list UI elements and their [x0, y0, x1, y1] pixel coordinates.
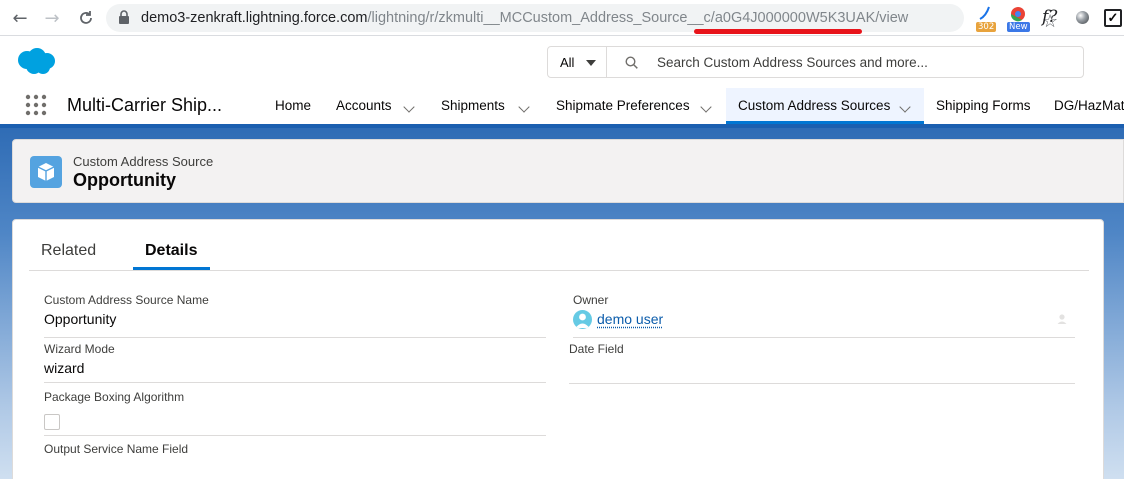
nav-accounts-chevron-down-icon[interactable]	[403, 101, 415, 113]
extension-badge-302: 302	[976, 22, 997, 32]
global-header: All Search Custom Address Sources and mo…	[0, 36, 1124, 88]
nav-item-dg-hazmat[interactable]: DG/HazMat	[1054, 88, 1124, 124]
owner-link[interactable]: demo user	[597, 311, 663, 327]
nav-item-accounts[interactable]: Accounts	[336, 88, 392, 124]
browser-toolbar: ← → demo3-zenkraft.lightning.force.com/l…	[0, 0, 1124, 36]
salesforce-cloud-logo-icon[interactable]	[15, 46, 57, 76]
chrome-extension-icon[interactable]: New	[1007, 6, 1031, 32]
field-package-boxing-algorithm: Package Boxing Algorithm	[44, 390, 546, 436]
circle-extension-icon[interactable]	[1076, 11, 1089, 24]
field-divider	[44, 435, 546, 436]
reload-icon[interactable]	[74, 6, 98, 30]
check-extension-icon[interactable]: ✓	[1104, 9, 1122, 27]
global-search: All Search Custom Address Sources and mo…	[547, 46, 1084, 78]
record-object-type: Custom Address Source	[73, 154, 214, 169]
url-host: demo3-zenkraft.lightning.force.com	[141, 10, 368, 26]
field-wizard-mode: Wizard Mode wizard	[44, 342, 546, 383]
field-divider	[44, 337, 546, 338]
field-label: Custom Address Source Name	[44, 293, 209, 307]
user-avatar-icon	[573, 310, 592, 329]
nav-shipments-chevron-down-icon[interactable]	[518, 101, 530, 113]
field-value: wizard	[44, 360, 85, 376]
field-label: Owner	[573, 293, 609, 307]
extension-badge-new: New	[1007, 22, 1030, 32]
tabs-divider	[29, 270, 1089, 271]
redirect-extension-icon[interactable]: 302	[976, 6, 998, 32]
change-owner-icon[interactable]	[1057, 313, 1069, 325]
field-label: Output Service Name Field	[44, 442, 189, 456]
field-owner: Owner demo user	[573, 293, 1075, 338]
lock-icon	[119, 10, 129, 24]
red-annotation-underline	[694, 29, 862, 34]
tab-related[interactable]: Related	[41, 242, 96, 260]
field-divider	[44, 382, 546, 383]
active-tab-indicator	[133, 267, 210, 270]
app-launcher-icon[interactable]	[25, 94, 47, 116]
nav-item-shipmate-preferences[interactable]: Shipmate Preferences	[556, 88, 690, 124]
field-label: Wizard Mode	[44, 342, 115, 356]
record-details-card: Related Details Custom Address Source Na…	[12, 219, 1104, 479]
search-scope-label: All	[560, 55, 575, 70]
forward-arrow-icon[interactable]: →	[40, 6, 64, 30]
caret-down-icon	[586, 60, 596, 66]
field-value: Opportunity	[44, 311, 117, 327]
field-label: Package Boxing Algorithm	[44, 390, 185, 404]
app-name: Multi-Carrier Ship...	[67, 95, 223, 115]
url-path: /lightning/r/zkmulti__MCCustom_Address_S…	[367, 10, 909, 26]
field-output-service-name: Output Service Name Field	[44, 442, 546, 472]
nav-item-shipping-forms[interactable]: Shipping Forms	[936, 88, 1031, 124]
search-scope-dropdown[interactable]: All	[547, 46, 607, 78]
search-input[interactable]: Search Custom Address Sources and more..…	[606, 46, 1084, 78]
nav-shipmate-chevron-down-icon[interactable]	[700, 101, 712, 113]
nav-item-shipments[interactable]: Shipments	[441, 88, 505, 124]
record-highlights-panel: Custom Address Source Opportunity	[12, 139, 1124, 203]
tab-details[interactable]: Details	[145, 242, 197, 260]
field-divider	[573, 337, 1075, 338]
formula-extension-icon[interactable]: f?	[1042, 7, 1057, 33]
address-bar[interactable]: demo3-zenkraft.lightning.force.com/light…	[106, 4, 1058, 32]
nav-item-custom-address-sources[interactable]: Custom Address Sources	[738, 88, 890, 124]
record-title: Opportunity	[73, 170, 176, 190]
field-date-field: Date Field	[569, 342, 1075, 384]
package-boxing-checkbox	[44, 414, 60, 430]
nav-item-home[interactable]: Home	[275, 88, 311, 124]
field-label: Date Field	[569, 342, 624, 356]
url-text: demo3-zenkraft.lightning.force.com/light…	[141, 10, 908, 26]
custom-object-icon	[30, 156, 62, 188]
back-arrow-icon[interactable]: ←	[8, 6, 32, 30]
app-navigation-bar: Multi-Carrier Ship... Home Accounts Ship…	[0, 88, 1124, 124]
search-icon	[625, 56, 638, 69]
field-custom-address-source-name: Custom Address Source Name Opportunity	[44, 293, 546, 338]
field-divider	[569, 383, 1075, 384]
search-placeholder: Search Custom Address Sources and more..…	[657, 55, 928, 70]
